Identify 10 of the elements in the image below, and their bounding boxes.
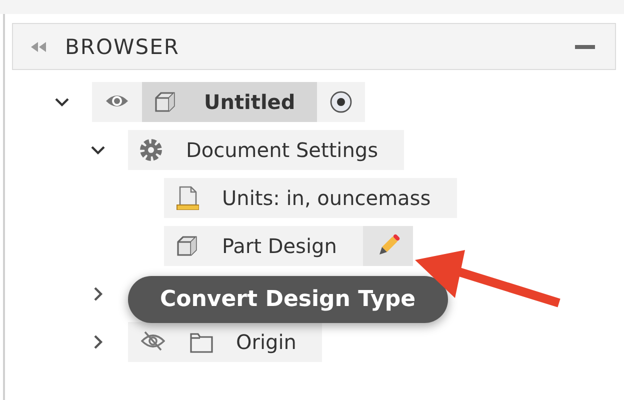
minimize-icon[interactable] [575, 44, 595, 48]
edit-button[interactable] [362, 226, 413, 266]
ruler-document-icon [175, 186, 199, 210]
panel-title: BROWSER [65, 34, 180, 58]
cube-icon [175, 234, 199, 258]
gear-icon [139, 138, 163, 162]
folder-icon [189, 330, 213, 354]
tooltip: Convert Design Type [128, 276, 448, 323]
collapse-panel-icon[interactable] [31, 42, 47, 52]
cube-icon [153, 90, 177, 114]
